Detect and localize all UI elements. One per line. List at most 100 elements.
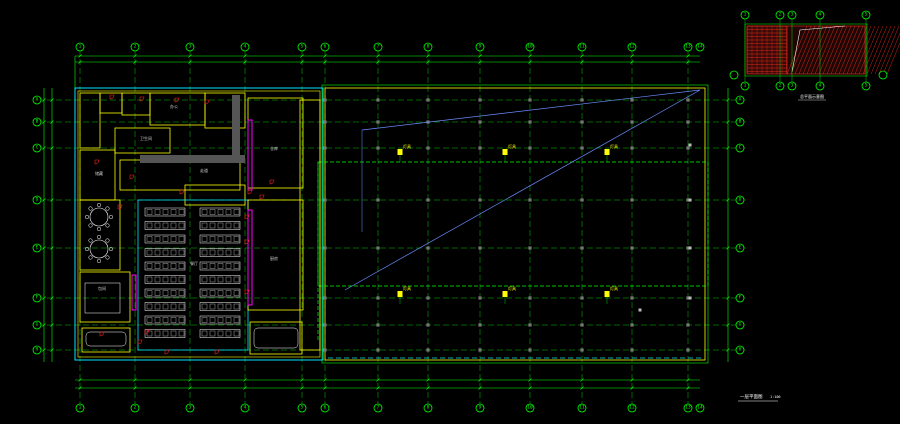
- grid-bubble-label: 12: [629, 405, 635, 411]
- grid-bubble-label: 9: [479, 405, 482, 411]
- door-swing: [214, 349, 220, 355]
- inset-title: 总平面示意图: [800, 93, 824, 99]
- structural-column: [528, 120, 532, 124]
- inset-bubble-label: 3: [791, 83, 794, 89]
- dining-chair: [225, 209, 232, 215]
- grid-bubble-label: 1: [79, 44, 82, 50]
- dining-chair: [154, 209, 161, 215]
- dining-chair: [146, 222, 153, 229]
- structural-column: [478, 120, 482, 124]
- structural-column: [426, 296, 430, 300]
- structural-column: [426, 323, 430, 327]
- cad-floor-plan: 灯具 灯具 灯具灯具 灯具 灯具 餐厅厨房仓库办公储藏包间卫生间走道 112233445…: [32, 10, 900, 413]
- hatch-diagonal: [870, 25, 892, 75]
- dining-chair: [209, 290, 216, 296]
- dining-chair: [225, 290, 232, 296]
- grid-bubble-label: B: [36, 119, 39, 125]
- door-swing: [139, 96, 145, 102]
- grid-bubble-label: 5: [301, 405, 304, 411]
- sofa: [253, 327, 299, 349]
- room-wall: [99, 92, 123, 114]
- magenta-partition: [131, 274, 137, 311]
- grid-bubble-label: B: [739, 119, 742, 125]
- dining-chair: [217, 209, 224, 215]
- door-swing: [109, 94, 115, 100]
- column-tag: [688, 246, 692, 250]
- room-label: 走道: [200, 167, 208, 173]
- lamp-tag: 灯具: [403, 143, 411, 149]
- structural-column: [528, 198, 532, 202]
- round-table-chair: [108, 214, 114, 220]
- structural-column: [323, 246, 327, 250]
- dining-chair: [146, 276, 153, 283]
- dining-chair: [233, 263, 240, 269]
- dining-chair: [209, 317, 216, 323]
- dining-chair: [178, 290, 185, 296]
- dining-chair: [162, 330, 169, 337]
- structural-column: [323, 348, 327, 352]
- grid-bubble-label: 4: [244, 405, 247, 411]
- structural-column: [478, 323, 482, 327]
- dining-chair: [170, 263, 177, 269]
- dining-chair: [233, 209, 240, 215]
- round-table-chair: [105, 223, 110, 228]
- dining-chair: [146, 249, 153, 256]
- grid-bubble-label: 8: [427, 405, 430, 411]
- warehouse-outer-wall: [324, 87, 706, 361]
- leader-line: [344, 89, 701, 291]
- column-tag: [638, 308, 642, 312]
- structural-column: [528, 296, 532, 300]
- grid-bubble-label: 14: [697, 405, 703, 411]
- dining-chair: [217, 317, 224, 323]
- grid-bubble-label: D: [739, 197, 742, 203]
- structural-column: [686, 120, 690, 124]
- dining-chair: [170, 222, 177, 229]
- hatch-diagonal: [882, 32, 900, 75]
- dining-chair: [178, 276, 185, 283]
- round-table: [89, 239, 109, 259]
- corridor-strip: [232, 95, 240, 160]
- dining-chair: [154, 249, 161, 256]
- room-wall: [247, 97, 304, 189]
- round-table-chair: [96, 202, 102, 208]
- dining-chair: [170, 209, 177, 215]
- dining-chair: [209, 263, 216, 269]
- structural-column: [323, 146, 327, 150]
- column-tag: [688, 198, 692, 202]
- structural-column: [376, 323, 380, 327]
- dining-chair: [225, 303, 232, 310]
- structural-column: [478, 146, 482, 150]
- structural-column: [426, 198, 430, 202]
- dining-chair: [201, 249, 208, 256]
- dining-chair: [146, 303, 153, 310]
- structural-column: [630, 120, 634, 124]
- round-table-chair: [96, 258, 102, 264]
- dining-chair: [162, 263, 169, 269]
- dining-chair: [178, 236, 185, 242]
- dining-chair: [178, 249, 185, 256]
- dining-chair: [233, 317, 240, 323]
- structural-column: [478, 348, 482, 352]
- structural-column: [580, 296, 584, 300]
- grid-bubble-label: 12: [629, 44, 635, 50]
- structural-column: [580, 246, 584, 250]
- inset-bubble-label: 1: [744, 83, 747, 89]
- structural-column: [376, 146, 380, 150]
- lamp-tag: 灯具: [610, 285, 618, 291]
- dining-chair: [154, 290, 161, 296]
- grid-bubble-label: E: [36, 245, 39, 251]
- dining-chair: [146, 330, 153, 337]
- grid-bubble-label: 3: [189, 405, 192, 411]
- round-table-chair: [108, 246, 114, 252]
- dining-chair: [209, 209, 216, 215]
- grid-lines: [38, 50, 745, 412]
- dining-chair: [217, 330, 224, 337]
- inset-hatch-left: [746, 25, 788, 75]
- round-table-chair: [88, 223, 93, 228]
- dining-chair: [178, 303, 185, 310]
- structural-column: [580, 120, 584, 124]
- dining-chair: [209, 276, 216, 283]
- dining-chair: [170, 303, 177, 310]
- dining-chair: [201, 303, 208, 310]
- inset-bubble-label: 5: [865, 83, 868, 89]
